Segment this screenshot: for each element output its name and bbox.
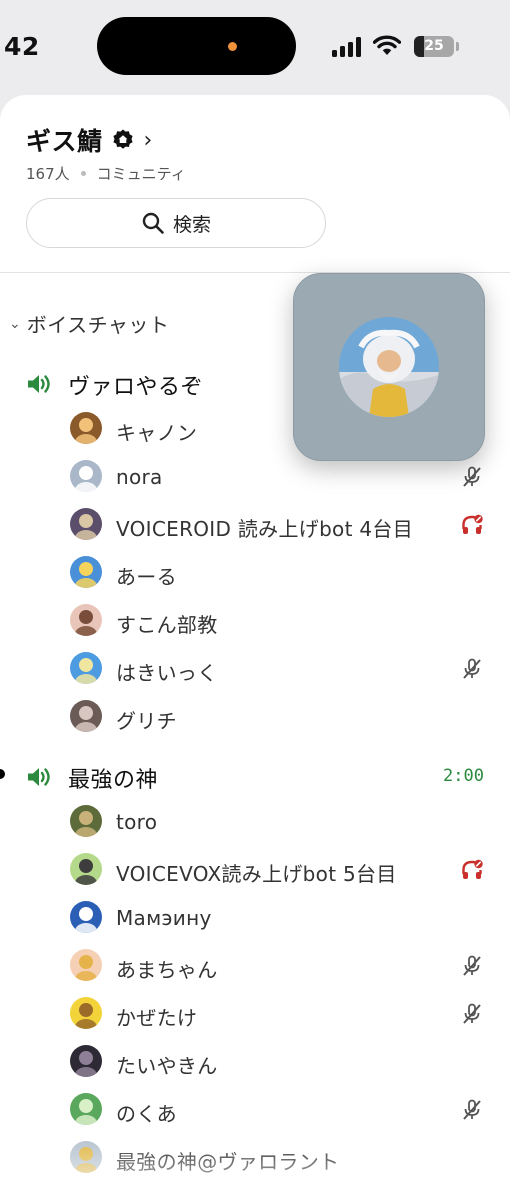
server-sheet: ギス鯖 › 167人 コミュニティ 検索 ⌄ ボイスチャット ヴァロやるぞ 2:0… [0, 95, 510, 1200]
voice-member-row[interactable]: のくあ [0, 1090, 510, 1130]
member-name: 最強の神@ヴァロラント [116, 1150, 340, 1174]
member-name: かぜたけ [116, 1006, 198, 1030]
community-badge-icon [112, 129, 133, 149]
category-label: ボイスチャット [26, 313, 170, 337]
server-name: ギス鯖 [26, 127, 103, 156]
status-bar: 42 25 [0, 0, 510, 96]
overlay-avatar [339, 317, 439, 417]
voice-member-row[interactable]: 最強の神@ヴァロラント [0, 1138, 510, 1178]
dynamic-island [97, 17, 296, 75]
avatar [70, 853, 102, 885]
search-icon [142, 212, 164, 234]
battery-icon: 25 [414, 36, 454, 57]
voice-channel-row[interactable]: 最強の神 2:00 [0, 756, 510, 796]
voice-member-row[interactable]: あまちゃん [0, 946, 510, 986]
member-name: VOICEVOX読み上げbot 5台目 [116, 862, 397, 886]
wifi-icon [373, 35, 401, 55]
member-name: toro [116, 810, 158, 834]
voice-speaker-icon [26, 765, 52, 789]
category-voice-chat[interactable]: ⌄ ボイスチャット [9, 309, 169, 338]
voice-member-row[interactable]: グリチ [0, 697, 510, 737]
avatar [70, 949, 102, 981]
server-header: ギス鯖 › 167人 コミュニティ 検索 [0, 95, 510, 273]
voice-member-row[interactable]: すこん部教 [0, 601, 510, 641]
chevron-right-icon: › [143, 127, 153, 153]
member-name: たいやきん [116, 1054, 218, 1078]
mic-muted-icon [460, 1002, 484, 1026]
unread-indicator-dot [0, 769, 5, 779]
channel-name: ヴァロやるぞ [68, 375, 204, 400]
battery-level: 25 [424, 38, 444, 54]
mic-muted-icon [460, 954, 484, 978]
mic-muted-icon [460, 657, 484, 681]
separator-dot [80, 171, 86, 176]
avatar [70, 1141, 102, 1173]
voice-member-row[interactable]: VOICEVOX読み上げbot 5台目 [0, 850, 510, 890]
voice-member-row[interactable]: あーる [0, 553, 510, 593]
voice-member-row[interactable]: VOICEROID 読み上げbot 4台目 [0, 505, 510, 545]
avatar [70, 1045, 102, 1077]
voice-speaker-icon [26, 372, 52, 396]
battery-cap [456, 42, 459, 51]
mic-muted-icon [460, 465, 484, 489]
cellular-signal-icon [332, 37, 364, 57]
avatar [70, 997, 102, 1029]
channel-name: 最強の神 [68, 768, 159, 793]
recording-indicator-dot [228, 42, 237, 51]
server-type: コミュニティ [96, 165, 186, 183]
server-meta: 167人 コミュニティ [26, 163, 186, 184]
avatar [70, 1093, 102, 1125]
avatar [70, 508, 102, 540]
member-name: あまちゃん [116, 958, 218, 982]
avatar [70, 604, 102, 636]
member-name: はきいっく [116, 661, 218, 685]
voice-member-row[interactable]: nora [0, 457, 510, 497]
voice-member-row[interactable]: たいやきん [0, 1042, 510, 1082]
voice-member-row[interactable]: Мамэину [0, 898, 510, 938]
member-count: 167人 [26, 165, 70, 183]
headphones-deafened-icon [460, 513, 484, 537]
search-button[interactable]: 検索 [26, 198, 326, 248]
voice-member-row[interactable]: はきいっく [0, 649, 510, 689]
avatar [70, 556, 102, 588]
server-title-row[interactable]: ギス鯖 › [26, 122, 152, 158]
member-name: VOICEROID 読み上げbot 4台目 [116, 517, 414, 541]
member-name: のくあ [116, 1102, 177, 1126]
headphones-deafened-icon [460, 858, 484, 882]
avatar [70, 700, 102, 732]
search-label: 検索 [172, 213, 211, 236]
avatar [70, 460, 102, 492]
avatar [70, 805, 102, 837]
speaking-user-overlay[interactable] [293, 273, 485, 461]
voice-member-row[interactable]: toro [0, 802, 510, 842]
status-time: 42 [4, 32, 40, 61]
member-name: キャノン [116, 421, 198, 445]
avatar [70, 901, 102, 933]
chevron-down-icon: ⌄ [9, 315, 21, 332]
member-name: すこん部教 [116, 613, 218, 637]
avatar [70, 412, 102, 444]
member-name: nora [116, 465, 163, 489]
channel-timer: 2:00 [443, 766, 484, 786]
member-name: グリチ [116, 709, 177, 733]
member-name: あーる [116, 565, 177, 589]
voice-member-row[interactable]: かぜたけ [0, 994, 510, 1034]
member-name: Мамэину [116, 906, 212, 930]
mic-muted-icon [460, 1098, 484, 1122]
avatar [70, 652, 102, 684]
